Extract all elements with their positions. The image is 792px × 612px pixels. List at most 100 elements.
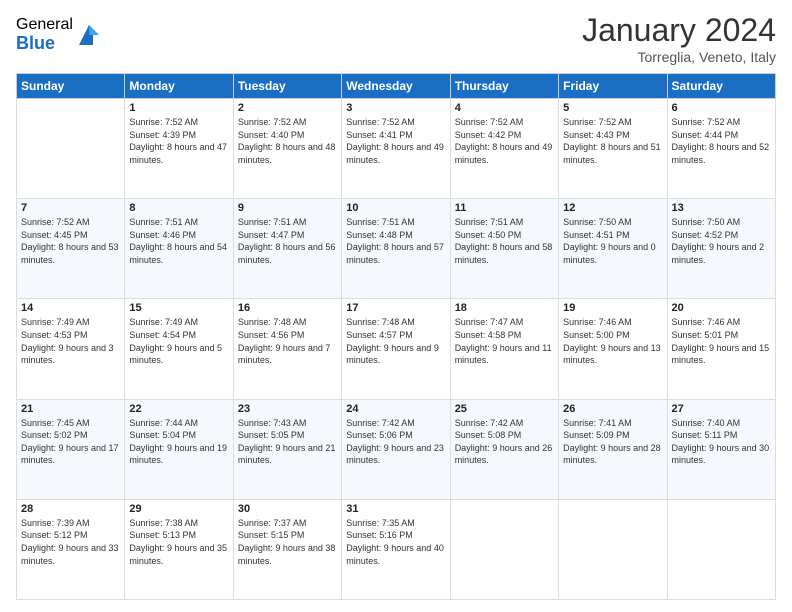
day-number: 29 — [129, 503, 228, 515]
table-row: 24 Sunrise: 7:42 AM Sunset: 5:06 PM Dayl… — [342, 399, 450, 499]
daylight-text: Daylight: 9 hours and 0 minutes. — [563, 242, 656, 265]
sunrise-text: Sunrise: 7:37 AM — [238, 518, 307, 528]
col-wednesday: Wednesday — [342, 74, 450, 99]
day-number: 14 — [21, 302, 120, 314]
day-number: 2 — [238, 102, 337, 114]
daylight-text: Daylight: 8 hours and 49 minutes. — [346, 142, 444, 165]
day-number: 23 — [238, 403, 337, 415]
table-row — [17, 99, 125, 199]
page: General Blue January 2024 Torreglia, Ven… — [0, 0, 792, 612]
daylight-text: Daylight: 9 hours and 2 minutes. — [672, 242, 765, 265]
table-row: 15 Sunrise: 7:49 AM Sunset: 4:54 PM Dayl… — [125, 299, 233, 399]
daylight-text: Daylight: 9 hours and 17 minutes. — [21, 443, 119, 466]
day-number: 4 — [455, 102, 554, 114]
sunrise-text: Sunrise: 7:38 AM — [129, 518, 198, 528]
sunrise-text: Sunrise: 7:46 AM — [672, 317, 741, 327]
sunrise-text: Sunrise: 7:50 AM — [563, 217, 632, 227]
daylight-text: Daylight: 9 hours and 3 minutes. — [21, 343, 114, 366]
day-info: Sunrise: 7:52 AM Sunset: 4:42 PM Dayligh… — [455, 116, 554, 166]
day-number: 13 — [672, 202, 771, 214]
daylight-text: Daylight: 9 hours and 5 minutes. — [129, 343, 222, 366]
sunset-text: Sunset: 5:00 PM — [563, 330, 630, 340]
day-info: Sunrise: 7:37 AM Sunset: 5:15 PM Dayligh… — [238, 517, 337, 567]
day-info: Sunrise: 7:45 AM Sunset: 5:02 PM Dayligh… — [21, 417, 120, 467]
daylight-text: Daylight: 9 hours and 19 minutes. — [129, 443, 227, 466]
table-row: 23 Sunrise: 7:43 AM Sunset: 5:05 PM Dayl… — [233, 399, 341, 499]
daylight-text: Daylight: 9 hours and 33 minutes. — [21, 543, 119, 566]
daylight-text: Daylight: 9 hours and 40 minutes. — [346, 543, 444, 566]
daylight-text: Daylight: 9 hours and 7 minutes. — [238, 343, 331, 366]
daylight-text: Daylight: 9 hours and 30 minutes. — [672, 443, 770, 466]
daylight-text: Daylight: 9 hours and 35 minutes. — [129, 543, 227, 566]
sunset-text: Sunset: 5:06 PM — [346, 430, 413, 440]
daylight-text: Daylight: 9 hours and 15 minutes. — [672, 343, 770, 366]
col-monday: Monday — [125, 74, 233, 99]
sunset-text: Sunset: 5:02 PM — [21, 430, 88, 440]
day-info: Sunrise: 7:39 AM Sunset: 5:12 PM Dayligh… — [21, 517, 120, 567]
day-info: Sunrise: 7:52 AM Sunset: 4:45 PM Dayligh… — [21, 216, 120, 266]
day-info: Sunrise: 7:50 AM Sunset: 4:52 PM Dayligh… — [672, 216, 771, 266]
daylight-text: Daylight: 9 hours and 9 minutes. — [346, 343, 439, 366]
day-info: Sunrise: 7:43 AM Sunset: 5:05 PM Dayligh… — [238, 417, 337, 467]
daylight-text: Daylight: 9 hours and 23 minutes. — [346, 443, 444, 466]
table-row: 27 Sunrise: 7:40 AM Sunset: 5:11 PM Dayl… — [667, 399, 775, 499]
day-number: 6 — [672, 102, 771, 114]
day-info: Sunrise: 7:46 AM Sunset: 5:01 PM Dayligh… — [672, 316, 771, 366]
calendar-week-row: 28 Sunrise: 7:39 AM Sunset: 5:12 PM Dayl… — [17, 499, 776, 599]
sunrise-text: Sunrise: 7:42 AM — [346, 418, 415, 428]
sunrise-text: Sunrise: 7:43 AM — [238, 418, 307, 428]
day-number: 11 — [455, 202, 554, 214]
table-row: 25 Sunrise: 7:42 AM Sunset: 5:08 PM Dayl… — [450, 399, 558, 499]
daylight-text: Daylight: 8 hours and 54 minutes. — [129, 242, 227, 265]
sunset-text: Sunset: 4:53 PM — [21, 330, 88, 340]
sunrise-text: Sunrise: 7:51 AM — [455, 217, 524, 227]
table-row: 14 Sunrise: 7:49 AM Sunset: 4:53 PM Dayl… — [17, 299, 125, 399]
logo-icon — [75, 21, 103, 49]
daylight-text: Daylight: 8 hours and 49 minutes. — [455, 142, 553, 165]
daylight-text: Daylight: 9 hours and 38 minutes. — [238, 543, 336, 566]
table-row: 7 Sunrise: 7:52 AM Sunset: 4:45 PM Dayli… — [17, 199, 125, 299]
day-number: 31 — [346, 503, 445, 515]
table-row: 13 Sunrise: 7:50 AM Sunset: 4:52 PM Dayl… — [667, 199, 775, 299]
sunset-text: Sunset: 4:56 PM — [238, 330, 305, 340]
header: General Blue January 2024 Torreglia, Ven… — [16, 12, 776, 65]
table-row: 18 Sunrise: 7:47 AM Sunset: 4:58 PM Dayl… — [450, 299, 558, 399]
sunset-text: Sunset: 5:13 PM — [129, 530, 196, 540]
day-number: 28 — [21, 503, 120, 515]
daylight-text: Daylight: 9 hours and 13 minutes. — [563, 343, 661, 366]
daylight-text: Daylight: 8 hours and 57 minutes. — [346, 242, 444, 265]
col-saturday: Saturday — [667, 74, 775, 99]
sunset-text: Sunset: 4:57 PM — [346, 330, 413, 340]
calendar-table: Sunday Monday Tuesday Wednesday Thursday… — [16, 73, 776, 600]
calendar-week-row: 14 Sunrise: 7:49 AM Sunset: 4:53 PM Dayl… — [17, 299, 776, 399]
day-info: Sunrise: 7:47 AM Sunset: 4:58 PM Dayligh… — [455, 316, 554, 366]
sunset-text: Sunset: 4:54 PM — [129, 330, 196, 340]
daylight-text: Daylight: 9 hours and 11 minutes. — [455, 343, 552, 366]
table-row: 21 Sunrise: 7:45 AM Sunset: 5:02 PM Dayl… — [17, 399, 125, 499]
table-row: 1 Sunrise: 7:52 AM Sunset: 4:39 PM Dayli… — [125, 99, 233, 199]
sunset-text: Sunset: 4:42 PM — [455, 130, 522, 140]
sunrise-text: Sunrise: 7:52 AM — [672, 117, 741, 127]
day-info: Sunrise: 7:49 AM Sunset: 4:54 PM Dayligh… — [129, 316, 228, 366]
sunrise-text: Sunrise: 7:45 AM — [21, 418, 90, 428]
day-info: Sunrise: 7:41 AM Sunset: 5:09 PM Dayligh… — [563, 417, 662, 467]
col-tuesday: Tuesday — [233, 74, 341, 99]
sunrise-text: Sunrise: 7:47 AM — [455, 317, 524, 327]
day-info: Sunrise: 7:46 AM Sunset: 5:00 PM Dayligh… — [563, 316, 662, 366]
table-row: 20 Sunrise: 7:46 AM Sunset: 5:01 PM Dayl… — [667, 299, 775, 399]
day-info: Sunrise: 7:35 AM Sunset: 5:16 PM Dayligh… — [346, 517, 445, 567]
day-info: Sunrise: 7:50 AM Sunset: 4:51 PM Dayligh… — [563, 216, 662, 266]
logo: General Blue — [16, 16, 103, 53]
daylight-text: Daylight: 8 hours and 51 minutes. — [563, 142, 661, 165]
sunset-text: Sunset: 4:48 PM — [346, 230, 413, 240]
sunset-text: Sunset: 5:08 PM — [455, 430, 522, 440]
day-number: 22 — [129, 403, 228, 415]
logo-blue: Blue — [16, 34, 73, 54]
day-number: 30 — [238, 503, 337, 515]
table-row: 11 Sunrise: 7:51 AM Sunset: 4:50 PM Dayl… — [450, 199, 558, 299]
day-number: 8 — [129, 202, 228, 214]
sunrise-text: Sunrise: 7:50 AM — [672, 217, 741, 227]
calendar-week-row: 7 Sunrise: 7:52 AM Sunset: 4:45 PM Dayli… — [17, 199, 776, 299]
subtitle: Torreglia, Veneto, Italy — [582, 49, 776, 65]
day-number: 16 — [238, 302, 337, 314]
